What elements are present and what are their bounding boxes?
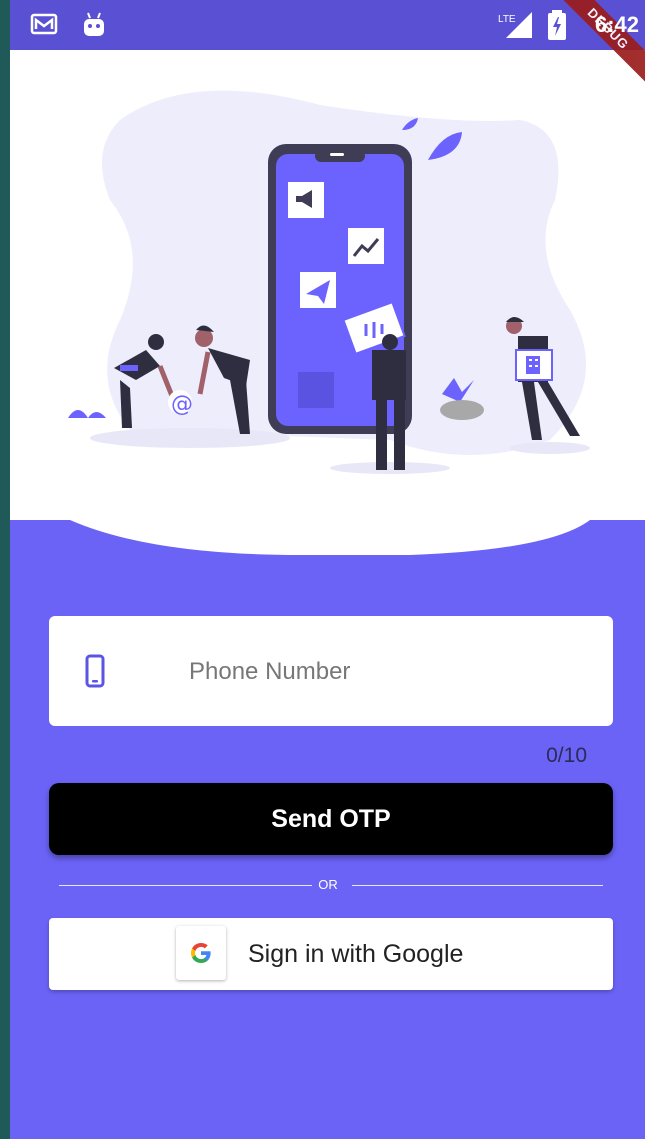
status-time: 6:42 bbox=[594, 12, 639, 37]
phone-number-field[interactable] bbox=[49, 616, 613, 728]
android-icon bbox=[82, 12, 106, 43]
smartphone-icon bbox=[85, 654, 105, 693]
status-bar: LTE 6:42 DEBUG bbox=[10, 0, 645, 90]
or-divider-label: OR bbox=[318, 877, 338, 892]
chart-icon bbox=[348, 228, 384, 264]
hero-illustration: @ bbox=[10, 50, 645, 555]
phone-character-counter: 0/10 bbox=[546, 744, 587, 767]
divider-line-right bbox=[352, 885, 603, 886]
google-sign-in-label: Sign in with Google bbox=[248, 940, 464, 968]
svg-text:@: @ bbox=[171, 392, 193, 417]
network-label: LTE bbox=[498, 14, 516, 25]
paper-plane-icon bbox=[300, 272, 336, 308]
building-icon bbox=[515, 349, 553, 381]
signal-icon: LTE bbox=[498, 10, 534, 45]
divider-line-left bbox=[59, 885, 312, 886]
phone-number-input[interactable] bbox=[187, 616, 591, 728]
gmail-icon bbox=[30, 12, 58, 41]
google-logo-icon bbox=[176, 926, 226, 980]
app-screen: LTE 6:42 DEBUG @ Phone Number 0/10 Send … bbox=[10, 0, 645, 1139]
megaphone-icon bbox=[288, 182, 324, 218]
battery-icon bbox=[548, 10, 566, 45]
at-sign-icon: @ bbox=[168, 390, 193, 417]
google-sign-in-button[interactable]: Sign in with Google bbox=[49, 918, 613, 990]
send-otp-button[interactable]: Send OTP bbox=[49, 783, 613, 855]
